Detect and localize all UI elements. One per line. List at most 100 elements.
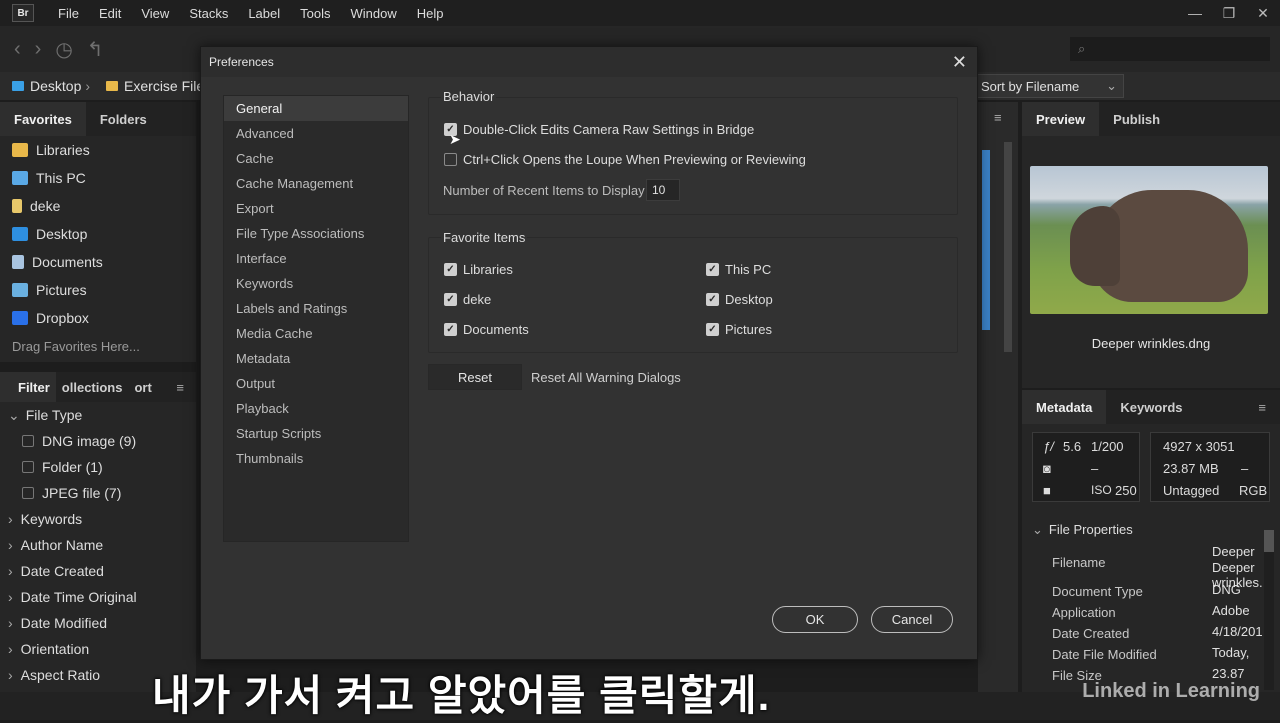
nav-playback[interactable]: Playback — [224, 396, 408, 421]
tab-publish[interactable]: Publish — [1099, 102, 1174, 136]
fav-libraries[interactable]: Libraries — [0, 136, 196, 164]
nav-startup-scripts[interactable]: Startup Scripts — [224, 421, 408, 446]
nav-file-type-associations[interactable]: File Type Associations — [224, 221, 408, 246]
nav-export[interactable]: Export — [224, 196, 408, 221]
sort-dropdown[interactable]: Sort by Filename ⌄ — [976, 74, 1124, 98]
menu-view[interactable]: View — [131, 6, 179, 21]
fav-pictures[interactable]: Pictures — [0, 276, 196, 304]
cancel-button[interactable]: Cancel — [871, 606, 953, 633]
tab-collections[interactable]: ollections — [56, 372, 129, 402]
menu-window[interactable]: Window — [341, 6, 407, 21]
restore-icon[interactable]: ❐ — [1212, 0, 1246, 26]
tab-folders[interactable]: Folders — [86, 102, 161, 136]
fav-label: Libraries — [36, 142, 90, 158]
close-icon[interactable]: ✕ — [952, 52, 967, 73]
close-icon[interactable]: ✕ — [1246, 0, 1280, 26]
nav-interface[interactable]: Interface — [224, 246, 408, 271]
filter-dng[interactable]: DNG image (9) — [0, 428, 196, 454]
fav-item-this-pc[interactable]: ✓ This PC — [706, 262, 771, 277]
recent-icon[interactable]: ◷ — [55, 37, 72, 62]
checkbox-checked[interactable]: ✓ — [444, 263, 457, 276]
menu-edit[interactable]: Edit — [89, 6, 131, 21]
fav-item-desktop[interactable]: ✓ Desktop — [706, 292, 773, 307]
scrollbar-thumb[interactable] — [1264, 530, 1274, 552]
filter-jpeg[interactable]: JPEG file (7) — [0, 480, 196, 506]
tab-metadata[interactable]: Metadata — [1022, 390, 1107, 424]
fav-item-deke[interactable]: ✓ deke — [444, 292, 491, 307]
back-icon[interactable]: ‹ — [14, 38, 21, 61]
nav-keywords[interactable]: Keywords — [224, 271, 408, 296]
color-mode-value: RGB — [1239, 483, 1268, 498]
crumb-exercise-files[interactable]: Exercise Files — [124, 78, 211, 94]
fav-deke[interactable]: deke — [0, 192, 196, 220]
nav-cache-management[interactable]: Cache Management — [224, 171, 408, 196]
filter-author[interactable]: › Author Name — [0, 532, 196, 558]
nav-thumbnails[interactable]: Thumbnails — [224, 446, 408, 471]
reset-warnings-button[interactable]: Reset All Warning Dialogs — [531, 364, 681, 390]
filter-keywords[interactable]: › Keywords — [0, 506, 196, 532]
filter-folder[interactable]: Folder (1) — [0, 454, 196, 480]
scrollbar[interactable] — [1264, 530, 1274, 690]
checkbox[interactable] — [22, 461, 34, 473]
filter-file-type[interactable]: ⌄ File Type — [0, 402, 196, 428]
fav-dropbox[interactable]: Dropbox — [0, 304, 196, 332]
forward-icon[interactable]: › — [35, 38, 42, 61]
nav-metadata[interactable]: Metadata — [224, 346, 408, 371]
reset-button[interactable]: Reset — [428, 364, 522, 390]
checkbox-checked[interactable]: ✓ — [706, 293, 719, 306]
tab-keywords[interactable]: Keywords — [1106, 390, 1196, 424]
prop-key: Date File Modified — [1052, 647, 1157, 662]
filter-date-time-original[interactable]: › Date Time Original — [0, 584, 196, 610]
tab-export[interactable]: ort — [128, 372, 157, 402]
panel-menu-icon[interactable]: ≡ — [176, 380, 184, 395]
chevron-down-icon: ⌄ — [1032, 522, 1043, 537]
filter-orientation[interactable]: › Orientation — [0, 636, 196, 662]
double-click-option[interactable]: ✓ Double-Click Edits Camera Raw Settings… — [444, 122, 754, 137]
tab-favorites[interactable]: Favorites — [0, 102, 86, 136]
favorites-panel: Favorites Folders Libraries This PC deke… — [0, 102, 196, 362]
preview-image[interactable] — [1030, 166, 1268, 314]
nav-media-cache[interactable]: Media Cache — [224, 321, 408, 346]
fav-this-pc[interactable]: This PC — [0, 164, 196, 192]
file-properties-header[interactable]: ⌄ File Properties — [1032, 522, 1133, 538]
fav-desktop[interactable]: Desktop — [0, 220, 196, 248]
checkbox[interactable] — [22, 487, 34, 499]
return-icon[interactable]: ↰ — [87, 37, 104, 62]
fav-item-documents[interactable]: ✓ Documents — [444, 322, 529, 337]
nav-cache[interactable]: Cache — [224, 146, 408, 171]
nav-general[interactable]: General — [224, 96, 408, 121]
fav-item-libraries[interactable]: ✓ Libraries — [444, 262, 513, 277]
chevron-right-icon: › — [8, 615, 13, 631]
ok-button[interactable]: OK — [772, 606, 858, 633]
search-input[interactable]: ⌕ — [1070, 37, 1270, 61]
filter-label: Date Modified — [20, 615, 108, 631]
menu-help[interactable]: Help — [407, 6, 454, 21]
checkbox-unchecked[interactable] — [444, 153, 457, 166]
checkbox-checked[interactable]: ✓ — [444, 293, 457, 306]
filter-date-modified[interactable]: › Date Modified — [0, 610, 196, 636]
menu-tools[interactable]: Tools — [290, 6, 340, 21]
scrollbar-thumb[interactable] — [1004, 142, 1012, 352]
ctrl-click-option[interactable]: Ctrl+Click Opens the Loupe When Previewi… — [444, 152, 806, 167]
nav-advanced[interactable]: Advanced — [224, 121, 408, 146]
panel-menu-icon[interactable]: ≡ — [994, 110, 1002, 125]
panel-menu-icon[interactable]: ≡ — [1258, 400, 1266, 415]
tab-preview[interactable]: Preview — [1022, 102, 1100, 136]
menu-file[interactable]: File — [48, 6, 89, 21]
menu-label[interactable]: Label — [238, 6, 290, 21]
tab-filter[interactable]: Filter — [0, 372, 56, 402]
crumb-desktop[interactable]: Desktop — [30, 78, 81, 94]
recent-items-field[interactable]: 10 — [646, 179, 680, 201]
fav-label: This PC — [36, 170, 86, 186]
fav-item-pictures[interactable]: ✓ Pictures — [706, 322, 772, 337]
filter-date-created[interactable]: › Date Created — [0, 558, 196, 584]
checkbox-checked[interactable]: ✓ — [706, 263, 719, 276]
nav-labels-and-ratings[interactable]: Labels and Ratings — [224, 296, 408, 321]
checkbox[interactable] — [22, 435, 34, 447]
minimize-icon[interactable]: — — [1178, 0, 1212, 26]
menu-stacks[interactable]: Stacks — [179, 6, 238, 21]
checkbox-checked[interactable]: ✓ — [444, 323, 457, 336]
fav-documents[interactable]: Documents — [0, 248, 196, 276]
checkbox-checked[interactable]: ✓ — [706, 323, 719, 336]
nav-output[interactable]: Output — [224, 371, 408, 396]
